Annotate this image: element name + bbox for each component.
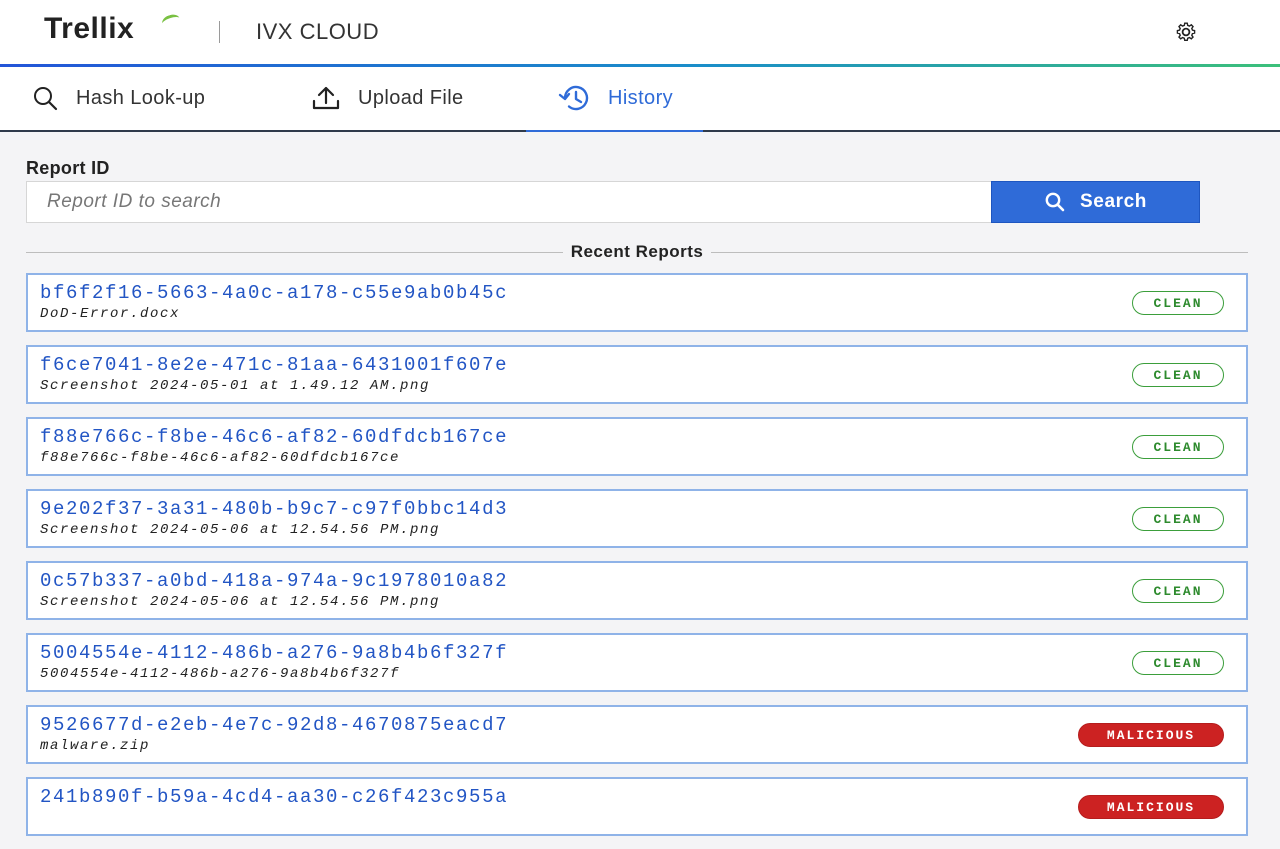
report-file-name: Screenshot 2024-05-01 at 1.49.12 AM.png xyxy=(40,378,431,394)
recent-reports-list: bf6f2f16-5663-4a0c-a178-c55e9ab0b45c DoD… xyxy=(26,273,1248,849)
report-id: bf6f2f16-5663-4a0c-a178-c55e9ab0b45c xyxy=(40,282,509,304)
product-name: IVX CLOUD xyxy=(256,19,380,44)
status-badge: CLEAN xyxy=(1132,435,1224,459)
divider-line xyxy=(26,251,563,253)
status-badge: MALICIOUS xyxy=(1078,723,1224,747)
tab-hash-lookup[interactable]: Hash Look-up xyxy=(30,67,205,130)
tab-label: Upload File xyxy=(358,87,464,109)
status-badge: CLEAN xyxy=(1132,363,1224,387)
tab-label: Hash Look-up xyxy=(76,87,206,109)
report-item[interactable]: 5004554e-4112-486b-a276-9a8b4b6f327f 500… xyxy=(26,633,1248,692)
report-item[interactable]: bf6f2f16-5663-4a0c-a178-c55e9ab0b45c DoD… xyxy=(26,273,1248,332)
logo-text: Trellix xyxy=(44,12,135,45)
report-file-name: 5004554e-4112-486b-a276-9a8b4b6f327f xyxy=(40,666,401,682)
history-icon xyxy=(558,85,589,110)
report-file-name: Screenshot 2024-05-06 at 12.54.56 PM.png xyxy=(40,522,441,538)
report-id: 241b890f-b59a-4cd4-aa30-c26f423c955a xyxy=(40,786,509,808)
divider-line xyxy=(711,251,1249,253)
tab-upload-file[interactable]: Upload File xyxy=(310,67,464,130)
report-file-name: Screenshot 2024-05-06 at 12.54.56 PM.png xyxy=(40,594,441,610)
report-id: f6ce7041-8e2e-471c-81aa-6431001f607e xyxy=(40,354,509,376)
report-item[interactable]: f6ce7041-8e2e-471c-81aa-6431001f607e Scr… xyxy=(26,345,1248,404)
status-badge: CLEAN xyxy=(1132,291,1224,315)
trellix-logo: Trellix xyxy=(44,12,182,46)
report-id-label: Report ID xyxy=(26,158,110,178)
report-file-name: DoD-Error.docx xyxy=(40,306,181,322)
status-badge: CLEAN xyxy=(1132,507,1224,531)
report-file-name: f88e766c-f8be-46c6-af82-60dfdcb167ce xyxy=(40,450,401,466)
report-file-name: malware.zip xyxy=(40,738,151,754)
status-badge: CLEAN xyxy=(1132,579,1224,603)
tab-label: History xyxy=(608,87,674,109)
search-button-label: Search xyxy=(1080,191,1147,212)
report-item[interactable]: f88e766c-f8be-46c6-af82-60dfdcb167ce f88… xyxy=(26,417,1248,476)
report-id: 9e202f37-3a31-480b-b9c7-c97f0bbc14d3 xyxy=(40,498,509,520)
recent-reports-title: Recent Reports xyxy=(570,242,704,261)
recent-reports-divider: Recent Reports xyxy=(26,242,1249,262)
search-icon xyxy=(1045,192,1065,212)
status-badge: MALICIOUS xyxy=(1078,795,1224,819)
search-button[interactable]: Search xyxy=(991,181,1200,223)
report-item[interactable]: 9e202f37-3a31-480b-b9c7-c97f0bbc14d3 Scr… xyxy=(26,489,1248,548)
report-item[interactable]: 9526677d-e2eb-4e7c-92d8-4670875eacd7 mal… xyxy=(26,705,1248,764)
tab-bar: Hash Look-up Upload File History xyxy=(0,67,1280,132)
report-id: 0c57b337-a0bd-418a-974a-9c1978010a82 xyxy=(40,570,509,592)
tab-history[interactable]: History xyxy=(525,67,704,132)
report-id-search-input[interactable] xyxy=(26,181,992,223)
report-item[interactable]: 241b890f-b59a-4cd4-aa30-c26f423c955a MAL… xyxy=(26,777,1248,836)
report-item[interactable]: 0c57b337-a0bd-418a-974a-9c1978010a82 Scr… xyxy=(26,561,1248,620)
upload-icon xyxy=(312,86,340,109)
logo-swoosh-icon xyxy=(160,12,182,30)
search-icon xyxy=(34,86,58,110)
header-divider xyxy=(219,21,220,43)
app-header: Trellix IVX CLOUD xyxy=(0,0,1280,64)
report-id: 5004554e-4112-486b-a276-9a8b4b6f327f xyxy=(40,642,509,664)
status-badge: CLEAN xyxy=(1132,651,1224,675)
gear-icon[interactable] xyxy=(1170,20,1202,44)
report-id: 9526677d-e2eb-4e7c-92d8-4670875eacd7 xyxy=(40,714,509,736)
report-id: f88e766c-f8be-46c6-af82-60dfdcb167ce xyxy=(40,426,509,448)
